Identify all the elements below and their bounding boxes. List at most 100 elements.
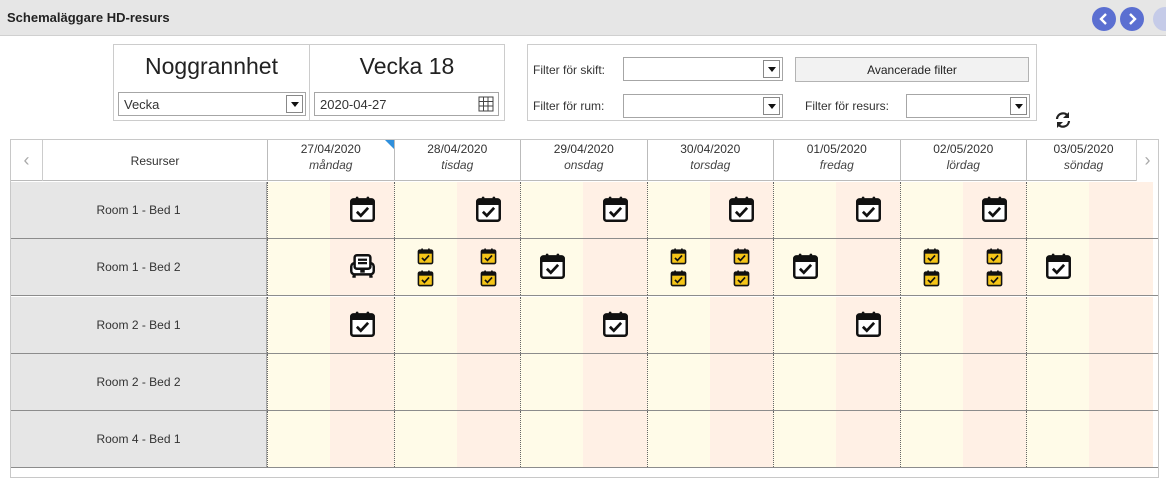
afternoon-slot[interactable]	[962, 353, 1026, 410]
calendar-check-icon[interactable]	[1045, 253, 1072, 285]
resource-filter-select[interactable]	[906, 94, 1030, 118]
calendar-check-icon[interactable]	[349, 196, 376, 228]
morning-slot[interactable]	[899, 182, 963, 238]
calendar-check-icon[interactable]	[480, 270, 497, 292]
date-field[interactable]: 2020-04-27	[314, 92, 499, 116]
calendar-check-icon[interactable]	[475, 196, 502, 228]
calendar-check-icon[interactable]	[855, 311, 882, 343]
afternoon-slot[interactable]	[330, 411, 394, 468]
afternoon-slot[interactable]	[836, 411, 900, 468]
morning-slot[interactable]	[520, 411, 584, 468]
morning-slot[interactable]	[646, 296, 710, 353]
morning-slot[interactable]	[1026, 296, 1090, 353]
prev-button[interactable]	[1092, 7, 1116, 31]
afternoon-slot[interactable]	[1089, 239, 1153, 296]
day-header[interactable]: 27/04/2020 måndag	[267, 140, 394, 181]
calendar-check-icon[interactable]	[981, 196, 1008, 228]
afternoon-slot[interactable]	[583, 411, 647, 468]
morning-slot[interactable]	[773, 296, 837, 353]
morning-slot[interactable]	[1026, 411, 1090, 468]
calendar-check-icon[interactable]	[670, 270, 687, 292]
calendar-check-icon[interactable]	[480, 248, 497, 270]
morning-slot[interactable]	[393, 296, 457, 353]
resource-label[interactable]: Room 2 - Bed 1	[11, 296, 267, 353]
calendar-check-icon[interactable]	[792, 253, 819, 285]
morning-slot[interactable]	[773, 411, 837, 468]
calendar-check-icon[interactable]	[923, 270, 940, 292]
scroll-left-button[interactable]: ‹	[11, 140, 43, 181]
scroll-right-button[interactable]: ›	[1136, 140, 1158, 181]
afternoon-slot[interactable]	[962, 411, 1026, 468]
calendar-grid-icon[interactable]	[478, 96, 494, 112]
morning-slot[interactable]	[773, 353, 837, 410]
morning-slot[interactable]	[520, 182, 584, 238]
afternoon-slot[interactable]	[836, 239, 900, 296]
chevron-down-icon[interactable]	[763, 60, 780, 78]
afternoon-slot[interactable]	[1089, 182, 1153, 238]
morning-slot[interactable]	[1026, 353, 1090, 410]
day-header[interactable]: 01/05/2020 fredag	[773, 140, 900, 181]
calendar-check-icon[interactable]	[417, 270, 434, 292]
calendar-check-icon[interactable]	[986, 270, 1003, 292]
afternoon-slot[interactable]	[709, 411, 773, 468]
morning-slot[interactable]	[267, 296, 331, 353]
resource-label[interactable]: Room 1 - Bed 2	[11, 239, 267, 296]
afternoon-slot[interactable]	[456, 353, 520, 410]
afternoon-slot[interactable]	[836, 353, 900, 410]
calendar-check-icon[interactable]	[602, 196, 629, 228]
morning-slot[interactable]	[773, 182, 837, 238]
shift-filter-select[interactable]	[623, 57, 783, 81]
calendar-check-icon[interactable]	[417, 248, 434, 270]
day-header[interactable]: 30/04/2020 torsdag	[646, 140, 774, 181]
afternoon-slot[interactable]	[1089, 296, 1153, 353]
room-filter-select[interactable]	[623, 94, 783, 118]
calendar-check-icon[interactable]	[923, 248, 940, 270]
calendar-check-icon[interactable]	[539, 253, 566, 285]
morning-slot[interactable]	[1026, 182, 1090, 238]
next-button[interactable]	[1120, 7, 1144, 31]
morning-slot[interactable]	[646, 411, 710, 468]
resource-label[interactable]: Room 2 - Bed 2	[11, 353, 267, 410]
morning-slot[interactable]	[899, 411, 963, 468]
day-header[interactable]: 03/05/2020 söndag	[1026, 140, 1140, 181]
afternoon-slot[interactable]	[456, 296, 520, 353]
calendar-check-icon[interactable]	[855, 196, 882, 228]
advanced-filter-button[interactable]: Avancerade filter	[795, 57, 1029, 82]
afternoon-slot[interactable]	[583, 353, 647, 410]
afternoon-slot[interactable]	[962, 296, 1026, 353]
granularity-select[interactable]: Vecka	[118, 92, 306, 116]
chevron-down-icon[interactable]	[1010, 97, 1027, 115]
morning-slot[interactable]	[267, 182, 331, 238]
more-button[interactable]	[1153, 7, 1166, 31]
afternoon-slot[interactable]	[456, 411, 520, 468]
calendar-check-icon[interactable]	[349, 311, 376, 343]
afternoon-slot[interactable]	[1089, 411, 1153, 468]
morning-slot[interactable]	[646, 353, 710, 410]
day-header[interactable]: 29/04/2020 onsdag	[520, 140, 647, 181]
morning-slot[interactable]	[267, 353, 331, 410]
afternoon-slot[interactable]	[709, 353, 773, 410]
chevron-down-icon[interactable]	[286, 95, 303, 113]
calendar-check-icon[interactable]	[733, 248, 750, 270]
resource-label[interactable]: Room 4 - Bed 1	[11, 411, 267, 468]
calendar-check-icon[interactable]	[733, 270, 750, 292]
morning-slot[interactable]	[393, 353, 457, 410]
refresh-icon[interactable]	[1054, 111, 1072, 129]
calendar-check-icon[interactable]	[670, 248, 687, 270]
morning-slot[interactable]	[646, 182, 710, 238]
morning-slot[interactable]	[899, 353, 963, 410]
morning-slot[interactable]	[899, 296, 963, 353]
afternoon-slot[interactable]	[709, 296, 773, 353]
afternoon-slot[interactable]	[1089, 353, 1153, 410]
dialysis-machine-icon[interactable]	[349, 253, 376, 285]
day-header[interactable]: 28/04/2020 tisdag	[393, 140, 521, 181]
morning-slot[interactable]	[393, 411, 457, 468]
morning-slot[interactable]	[393, 182, 457, 238]
afternoon-slot[interactable]	[583, 239, 647, 296]
chevron-down-icon[interactable]	[763, 97, 780, 115]
calendar-check-icon[interactable]	[986, 248, 1003, 270]
morning-slot[interactable]	[267, 239, 331, 296]
morning-slot[interactable]	[520, 296, 584, 353]
resource-label[interactable]: Room 1 - Bed 1	[11, 182, 267, 238]
morning-slot[interactable]	[520, 353, 584, 410]
